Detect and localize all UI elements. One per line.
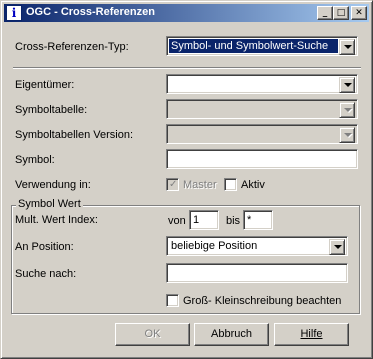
info-icon: i <box>6 5 22 21</box>
chevron-down-icon <box>344 45 352 49</box>
bis-label: bis <box>226 215 241 227</box>
chevron-down-icon <box>344 133 352 137</box>
master-checkbox[interactable]: ✓ <box>166 178 179 191</box>
eigentuemer-label: Eigentümer: <box>15 79 75 91</box>
suche-nach-field[interactable] <box>167 264 347 282</box>
an-position-value: beliebige Position <box>171 240 258 252</box>
separator <box>13 67 361 69</box>
hilfe-button[interactable]: Hilfe <box>274 323 349 346</box>
aktiv-label: Aktiv <box>241 179 265 191</box>
an-position-label: An Position: <box>15 241 74 253</box>
close-button[interactable]: ✕ <box>351 6 367 20</box>
suche-nach-label: Suche nach: <box>15 268 77 280</box>
master-label: Master <box>183 179 217 191</box>
symboltabelle-value <box>169 102 338 116</box>
symboltabellen-version-value <box>169 127 338 141</box>
bis-input[interactable] <box>243 210 273 230</box>
symbol-input[interactable] <box>166 149 358 169</box>
abbruch-button[interactable]: Abbruch <box>194 323 269 346</box>
minimize-button[interactable]: _ <box>317 6 333 20</box>
window-title: OGC - Cross-Referenzen <box>26 6 155 18</box>
case-sensitive-label: Groß- Kleinschreibung beachten <box>183 295 342 307</box>
symboltabelle-label: Symboltabelle: <box>15 104 88 116</box>
suche-nach-input[interactable] <box>166 263 348 283</box>
an-position-select[interactable]: beliebige Position <box>166 236 348 256</box>
title-bar[interactable]: i OGC - Cross-Referenzen _ □ ✕ <box>4 4 369 22</box>
von-field[interactable] <box>190 211 218 229</box>
eigentuemer-dropdown-button[interactable] <box>339 77 355 93</box>
an-position-dropdown-button[interactable] <box>329 239 345 255</box>
symbol-wert-title: Symbol Wert <box>16 198 83 210</box>
symbol-field[interactable] <box>167 150 357 168</box>
ok-button[interactable]: OK <box>115 323 190 346</box>
symboltabellen-version-select[interactable] <box>166 124 358 144</box>
verwendung-label: Verwendung in: <box>15 179 91 191</box>
eigentuemer-select[interactable] <box>166 74 358 94</box>
mult-index-label: Mult. Wert Index: <box>15 214 98 226</box>
chevron-down-icon <box>344 83 352 87</box>
symbol-label: Symbol: <box>15 154 55 166</box>
case-sensitive-checkbox[interactable] <box>166 294 179 307</box>
crossref-type-value: Symbol- und Symbolwert-Suche <box>169 39 338 53</box>
symboltabellen-version-label: Symboltabellen Version: <box>15 129 134 141</box>
maximize-button[interactable]: □ <box>333 6 349 20</box>
chevron-down-icon <box>344 108 352 112</box>
crossref-type-label: Cross-Referenzen-Typ: <box>15 41 129 53</box>
checkmark-icon: ✓ <box>169 179 178 190</box>
symboltabelle-dropdown-button[interactable] <box>339 102 355 118</box>
von-label: von <box>168 215 186 227</box>
symboltabelle-select[interactable] <box>166 99 358 119</box>
symboltabellen-version-dropdown-button[interactable] <box>339 127 355 143</box>
cross-referenzen-dialog: i OGC - Cross-Referenzen _ □ ✕ Cross-Ref… <box>0 0 373 359</box>
bis-field[interactable] <box>244 211 272 229</box>
von-input[interactable] <box>189 210 219 230</box>
crossref-type-dropdown-button[interactable] <box>339 39 355 55</box>
eigentuemer-value <box>169 77 338 91</box>
aktiv-checkbox[interactable] <box>224 178 237 191</box>
crossref-type-select[interactable]: Symbol- und Symbolwert-Suche <box>166 36 358 56</box>
chevron-down-icon <box>334 245 342 249</box>
